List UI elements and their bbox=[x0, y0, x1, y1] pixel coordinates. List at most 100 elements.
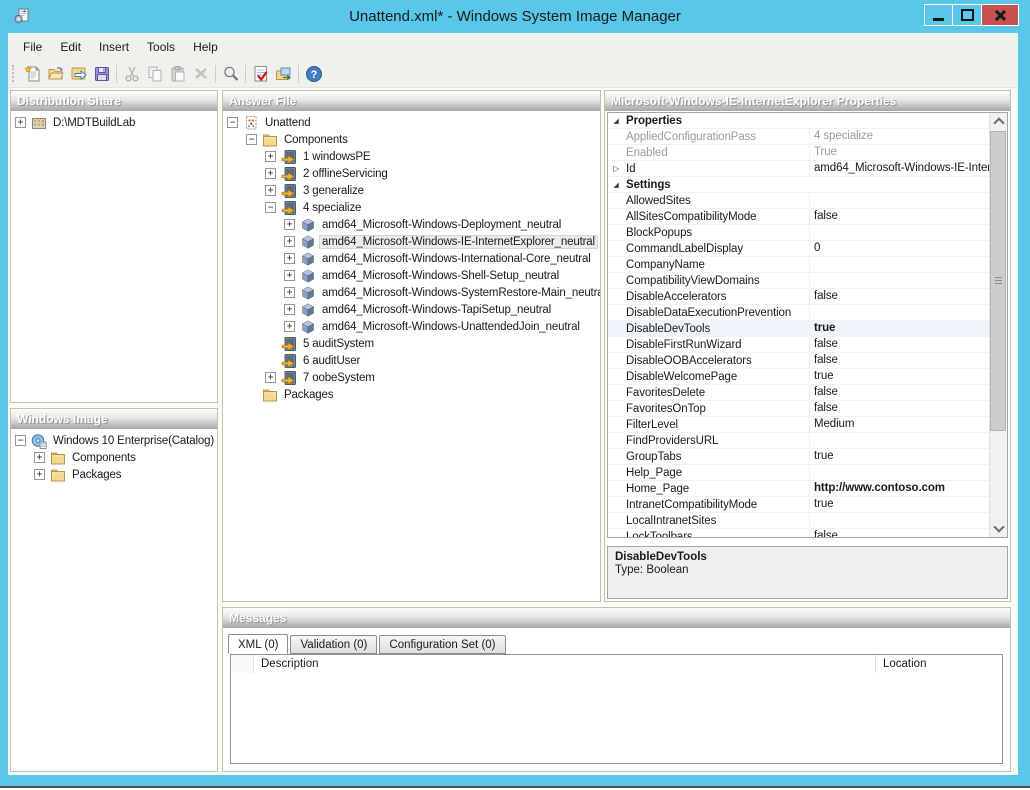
property-section-settings[interactable]: ◢Settings bbox=[608, 177, 1007, 193]
property-value[interactable] bbox=[809, 465, 1007, 480]
expander-icon[interactable]: ◢ bbox=[608, 117, 624, 125]
tree-item-7-oobesystem[interactable]: +7 oobeSystem bbox=[223, 369, 600, 386]
property-row-disableaccelerators[interactable]: DisableAcceleratorsfalse bbox=[608, 289, 1007, 305]
expand-toggle[interactable]: + bbox=[15, 117, 26, 128]
property-row-appliedconfigurationpass[interactable]: AppliedConfigurationPass4 specialize bbox=[608, 129, 1007, 145]
property-row-filterlevel[interactable]: FilterLevelMedium bbox=[608, 417, 1007, 433]
save-answer-file-button[interactable] bbox=[90, 63, 113, 85]
expand-toggle[interactable]: + bbox=[265, 151, 276, 162]
validate-answer-file-button[interactable] bbox=[249, 63, 272, 85]
property-row-favoritesdelete[interactable]: FavoritesDeletefalse bbox=[608, 385, 1007, 401]
expand-toggle[interactable]: + bbox=[284, 270, 295, 281]
property-row-disablewelcomepage[interactable]: DisableWelcomePagetrue bbox=[608, 369, 1007, 385]
messages-column-description[interactable]: Description bbox=[254, 655, 876, 673]
property-row-blockpopups[interactable]: BlockPopups bbox=[608, 225, 1007, 241]
new-answer-file-button[interactable] bbox=[21, 63, 44, 85]
expand-toggle[interactable]: + bbox=[284, 236, 295, 247]
tab-xml-0[interactable]: XML (0) bbox=[228, 634, 288, 654]
messages-column-blank[interactable] bbox=[231, 655, 254, 673]
property-value[interactable]: true bbox=[809, 449, 1007, 464]
toolbar-grip[interactable] bbox=[12, 65, 17, 82]
property-section-properties[interactable]: ◢Properties bbox=[608, 113, 1007, 129]
close-button[interactable] bbox=[982, 4, 1019, 26]
property-row-help-page[interactable]: Help_Page bbox=[608, 465, 1007, 481]
expand-toggle[interactable]: − bbox=[15, 435, 26, 446]
tree-item-5-auditsystem[interactable]: 5 auditSystem bbox=[223, 335, 600, 352]
property-value[interactable]: 4 specialize bbox=[809, 129, 1007, 144]
property-value[interactable]: false bbox=[809, 529, 1007, 538]
property-value[interactable]: false bbox=[809, 289, 1007, 304]
open-windows-image-button[interactable] bbox=[67, 63, 90, 85]
property-value[interactable]: amd64_Microsoft-Windows-IE-InternetExplo… bbox=[809, 161, 1007, 176]
property-row-disableoobaccelerators[interactable]: DisableOOBAcceleratorsfalse bbox=[608, 353, 1007, 369]
expand-toggle[interactable]: + bbox=[265, 168, 276, 179]
property-row-home-page[interactable]: Home_Pagehttp://www.contoso.com bbox=[608, 481, 1007, 497]
expand-toggle[interactable]: + bbox=[265, 372, 276, 383]
property-value[interactable]: false bbox=[809, 337, 1007, 352]
expand-toggle[interactable]: + bbox=[265, 185, 276, 196]
property-value[interactable] bbox=[809, 225, 1007, 240]
tree-item-amd64-microsoft-windows-tapisetup-neutral[interactable]: +amd64_Microsoft-Windows-TapiSetup_neutr… bbox=[223, 301, 600, 318]
property-value[interactable]: http://www.contoso.com bbox=[809, 481, 1007, 496]
property-row-grouptabs[interactable]: GroupTabstrue bbox=[608, 449, 1007, 465]
help-button[interactable]: ? bbox=[302, 63, 325, 85]
property-value[interactable] bbox=[809, 113, 1007, 128]
property-row-id[interactable]: ▷Idamd64_Microsoft-Windows-IE-InternetEx… bbox=[608, 161, 1007, 177]
expand-toggle[interactable]: + bbox=[34, 452, 45, 463]
tree-item-3-generalize[interactable]: +3 generalize bbox=[223, 182, 600, 199]
scroll-up-button[interactable] bbox=[990, 113, 1007, 130]
tree-item-unattend[interactable]: −Unattend bbox=[223, 114, 600, 131]
property-value[interactable] bbox=[809, 257, 1007, 272]
tree-item-amd64-microsoft-windows-international-core-neutral[interactable]: +amd64_Microsoft-Windows-International-C… bbox=[223, 250, 600, 267]
property-value[interactable]: false bbox=[809, 385, 1007, 400]
property-grid-scrollbar[interactable] bbox=[989, 113, 1007, 537]
expand-toggle[interactable]: + bbox=[284, 253, 295, 264]
property-value[interactable] bbox=[809, 177, 1007, 192]
minimize-button[interactable] bbox=[924, 4, 953, 26]
property-value[interactable] bbox=[809, 193, 1007, 208]
property-row-intranetcompatibilitymode[interactable]: IntranetCompatibilityModetrue bbox=[608, 497, 1007, 513]
property-value[interactable]: false bbox=[809, 401, 1007, 416]
menu-item-file[interactable]: File bbox=[14, 36, 51, 58]
property-value[interactable]: Medium bbox=[809, 417, 1007, 432]
property-row-locktoolbars[interactable]: LockToolbarsfalse bbox=[608, 529, 1007, 538]
tree-item-2-offlineservicing[interactable]: +2 offlineServicing bbox=[223, 165, 600, 182]
expand-toggle[interactable]: − bbox=[246, 134, 257, 145]
expand-toggle[interactable]: − bbox=[265, 202, 276, 213]
property-value[interactable] bbox=[809, 273, 1007, 288]
property-row-disabledevtools[interactable]: DisableDevToolstrue bbox=[608, 321, 1007, 337]
tree-item-components[interactable]: +Components bbox=[11, 449, 217, 466]
titlebar[interactable]: Unattend.xml* - Windows System Image Man… bbox=[0, 0, 1030, 33]
property-row-disabledataexecutionprevention[interactable]: DisableDataExecutionPrevention bbox=[608, 305, 1007, 321]
tree-item-packages[interactable]: Packages bbox=[223, 386, 600, 403]
tree-item-6-audituser[interactable]: 6 auditUser bbox=[223, 352, 600, 369]
messages-column-location[interactable]: Location bbox=[876, 655, 1002, 673]
property-row-favoritesontop[interactable]: FavoritesOnTopfalse bbox=[608, 401, 1007, 417]
tree-item-components[interactable]: −Components bbox=[223, 131, 600, 148]
property-value[interactable]: True bbox=[809, 145, 1007, 160]
expand-toggle[interactable]: + bbox=[34, 469, 45, 480]
property-value[interactable] bbox=[809, 305, 1007, 320]
tree-item-amd64-microsoft-windows-ie-internetexplorer-neutral[interactable]: +amd64_Microsoft-Windows-IE-InternetExpl… bbox=[223, 233, 600, 250]
tree-item-1-windowspe[interactable]: +1 windowsPE bbox=[223, 148, 600, 165]
property-value[interactable]: false bbox=[809, 209, 1007, 224]
property-row-compatibilityviewdomains[interactable]: CompatibilityViewDomains bbox=[608, 273, 1007, 289]
property-row-disablefirstrunwizard[interactable]: DisableFirstRunWizardfalse bbox=[608, 337, 1007, 353]
property-value[interactable]: true bbox=[809, 321, 1007, 336]
scroll-down-button[interactable] bbox=[990, 520, 1007, 537]
expand-toggle[interactable]: − bbox=[227, 117, 238, 128]
property-row-allowedsites[interactable]: AllowedSites bbox=[608, 193, 1007, 209]
property-row-findprovidersurl[interactable]: FindProvidersURL bbox=[608, 433, 1007, 449]
property-value[interactable] bbox=[809, 513, 1007, 528]
expander-icon[interactable]: ◢ bbox=[608, 181, 624, 189]
property-value[interactable]: true bbox=[809, 497, 1007, 512]
expand-toggle[interactable]: + bbox=[284, 219, 295, 230]
scrollbar-thumb[interactable] bbox=[990, 131, 1006, 431]
expand-toggle[interactable]: + bbox=[284, 304, 295, 315]
property-value[interactable]: 0 bbox=[809, 241, 1007, 256]
tree-item-4-specialize[interactable]: −4 specialize bbox=[223, 199, 600, 216]
property-value[interactable]: false bbox=[809, 353, 1007, 368]
find-button[interactable] bbox=[219, 63, 242, 85]
menu-item-help[interactable]: Help bbox=[184, 36, 227, 58]
menu-item-tools[interactable]: Tools bbox=[138, 36, 184, 58]
